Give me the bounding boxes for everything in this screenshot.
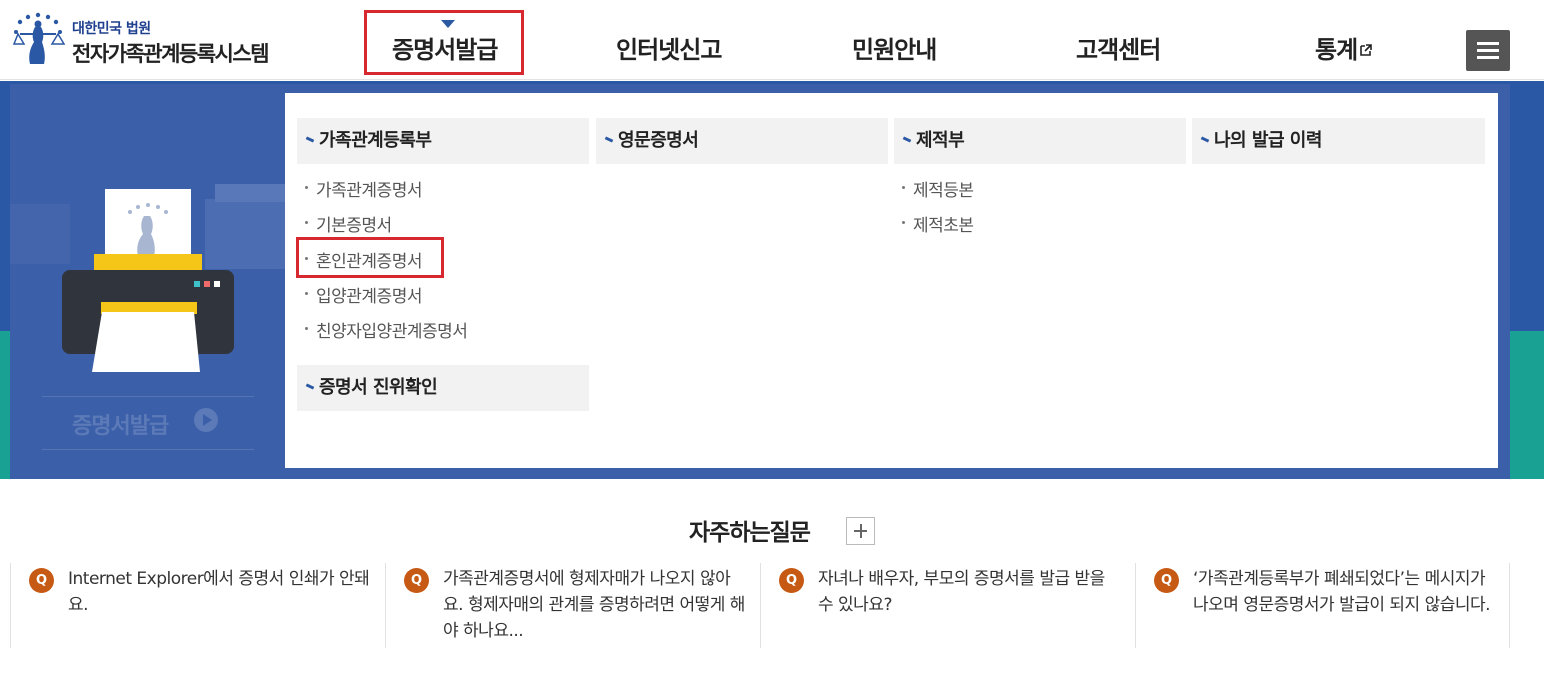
faq-question: 자녀나 배우자, 부모의 증명서를 발급 받을 수 있나요? — [818, 569, 1105, 615]
heading-tick-icon — [1200, 136, 1210, 143]
menu-item-adoption-cert[interactable]: 입양관계증명서 — [305, 282, 422, 307]
heading-tick-icon — [305, 383, 315, 390]
question-badge-icon: Q — [1154, 568, 1179, 593]
highlighted-item-box — [296, 237, 444, 278]
nav-statistics[interactable]: 통계 — [1315, 30, 1372, 65]
menu-heading-label: 증명서 진위확인 — [319, 377, 438, 398]
faq-item[interactable]: Q ‘가족관계등록부가 폐쇄되었다’는 메시지가 나오며 영문증명서가 발급이 … — [1135, 563, 1510, 648]
menu-heading-verify-authenticity[interactable]: 증명서 진위확인 — [297, 365, 589, 411]
faq-question: Internet Explorer에서 증명서 인쇄가 안돼요. — [68, 569, 370, 615]
visual-label[interactable]: 증명서발급 — [72, 408, 169, 440]
visual-divider-top — [42, 396, 254, 397]
menu-heading-english-certificate[interactable]: 영문증명서 — [596, 118, 888, 164]
question-badge-icon: Q — [779, 568, 804, 593]
site-logo[interactable]: 대한민국 법원 전자가족관계등록시스템 — [10, 12, 280, 68]
logo-title: 전자가족관계등록시스템 — [72, 42, 270, 66]
heading-tick-icon — [305, 136, 315, 143]
heading-tick-icon — [604, 136, 614, 143]
menu-heading-my-history[interactable]: 나의 발급 이력 — [1192, 118, 1485, 164]
nav-civil-guide[interactable]: 민원안내 — [852, 30, 937, 65]
play-circle-icon[interactable] — [194, 408, 218, 432]
faq-item[interactable]: Q 가족관계증명서에 형제자매가 나오지 않아요. 형제자매의 관계를 증명하려… — [385, 563, 760, 648]
question-badge-icon: Q — [29, 568, 54, 593]
menu-item-family-relation-cert[interactable]: 가족관계증명서 — [305, 176, 422, 201]
menu-heading-family-register[interactable]: 가족관계등록부 — [297, 118, 589, 164]
visual-divider-bottom — [42, 449, 254, 450]
menu-item-removed-full-copy[interactable]: 제적등본 — [902, 176, 974, 201]
menu-item-full-adoption-cert[interactable]: 친양자입양관계증명서 — [305, 317, 468, 342]
faq-question: ‘가족관계등록부가 폐쇄되었다’는 메시지가 나오며 영문증명서가 발급이 되지… — [1193, 569, 1491, 615]
hamburger-icon[interactable] — [1466, 30, 1510, 71]
menu-heading-label: 나의 발급 이력 — [1214, 130, 1322, 151]
plus-icon[interactable] — [846, 517, 875, 545]
faq-item[interactable]: Q Internet Explorer에서 증명서 인쇄가 안돼요. — [10, 563, 385, 648]
nav-customer-center[interactable]: 고객센터 — [1076, 30, 1161, 65]
faq-title: 자주하는질문 — [689, 520, 811, 546]
menu-heading-removed-register[interactable]: 제적부 — [894, 118, 1186, 164]
menu-heading-label: 가족관계등록부 — [319, 130, 432, 151]
court-emblem-icon — [12, 12, 66, 64]
faq-item[interactable]: Q 자녀나 배우자, 부모의 증명서를 발급 받을 수 있나요? — [760, 563, 1135, 648]
faq-question: 가족관계증명서에 형제자매가 나오지 않아요. 형제자매의 관계를 증명하려면 … — [443, 569, 745, 641]
external-link-icon — [1360, 44, 1372, 56]
nav-certificate-issuance[interactable]: 증명서발급 — [392, 30, 498, 65]
site-header: 대한민국 법원 전자가족관계등록시스템 증명서발급 인터넷신고 민원안내 고객센… — [0, 0, 1544, 80]
menu-item-removed-abstract[interactable]: 제적초본 — [902, 211, 974, 236]
heading-tick-icon — [902, 136, 912, 143]
menu-heading-label: 영문증명서 — [618, 130, 699, 151]
menu-item-basic-cert[interactable]: 기본증명서 — [305, 211, 392, 236]
menu-heading-label: 제적부 — [916, 130, 965, 151]
printer-visual: 증명서발급 — [10, 84, 285, 479]
question-badge-icon: Q — [404, 568, 429, 593]
logo-subtitle: 대한민국 법원 — [72, 21, 151, 37]
nav-internet-report[interactable]: 인터넷신고 — [616, 30, 722, 65]
nav-statistics-label: 통계 — [1315, 36, 1358, 64]
